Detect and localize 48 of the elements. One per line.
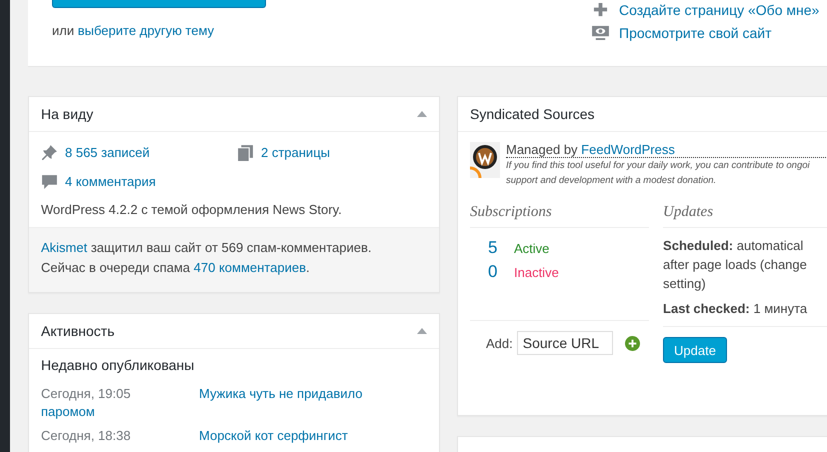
screen-eye-icon bbox=[592, 25, 609, 40]
spam-queue-link[interactable]: 470 комментариев bbox=[194, 260, 306, 275]
customize-button[interactable] bbox=[52, 0, 266, 8]
source-url-field[interactable]: Source URL bbox=[516, 331, 613, 355]
status-link[interactable]: Active bbox=[514, 240, 550, 256]
schedule-text: after page loads (change bbox=[663, 256, 808, 274]
plus-circle-icon[interactable] bbox=[624, 336, 640, 350]
last-checked-text: Last checked: 1 минута bbox=[663, 300, 808, 318]
add-label: Add: bbox=[486, 336, 513, 350]
welcome-action-link[interactable]: Создайте страницу «Обо мне» bbox=[619, 2, 820, 18]
panel-title: Активность bbox=[41, 323, 115, 339]
akismet-link[interactable]: Akismet bbox=[41, 240, 88, 255]
speech-bubble-icon bbox=[41, 173, 58, 190]
post-date: Сегодня, 19:05 bbox=[41, 385, 132, 403]
version-text: WordPress 4.2.2 с темой оформления News Story. bbox=[41, 202, 343, 217]
pages-icon bbox=[237, 144, 254, 161]
managed-by-text: Managed by FeedWordPress bbox=[506, 142, 827, 158]
status-link[interactable]: Inactive bbox=[514, 264, 559, 280]
donation-note: support and development with a modest donation. bbox=[506, 174, 718, 188]
choose-theme-link[interactable]: выберите другую тему bbox=[78, 23, 214, 38]
post-link[interactable]: Мужика чуть не придавило bbox=[199, 386, 363, 401]
panel-title: Syndicated Sources bbox=[470, 106, 595, 122]
count-number: 5 bbox=[488, 238, 498, 258]
panel-title: На виду bbox=[41, 106, 94, 122]
section-heading: Недавно опубликованы bbox=[41, 357, 196, 373]
count-number: 0 bbox=[488, 262, 498, 282]
schedule-text: setting) bbox=[663, 275, 707, 293]
donation-note: If you find this tool useful for your daily work, you can contribute to ongoi bbox=[506, 159, 811, 173]
glance-stat-link[interactable]: 8 565 записей bbox=[65, 145, 150, 160]
post-link[interactable]: паромом bbox=[41, 403, 371, 421]
akismet-text: Akismet защитил ваш сайт от 569 спам-комментариев. bbox=[41, 239, 372, 257]
glance-stat-link[interactable]: 4 комментария bbox=[65, 174, 156, 189]
pushpin-icon bbox=[41, 144, 58, 161]
choose-theme-text: или выберите другую тему bbox=[52, 23, 216, 38]
wordpress-feed-logo-icon bbox=[470, 142, 500, 178]
updates-heading: Updates bbox=[663, 204, 827, 228]
post-link[interactable]: Морской кот серфингист bbox=[199, 428, 348, 443]
subscriptions-heading: Subscriptions bbox=[470, 204, 650, 228]
feedwordpress-link[interactable]: FeedWordPress bbox=[581, 142, 675, 157]
collapse-arrow-icon[interactable] bbox=[417, 328, 427, 334]
collapse-arrow-icon[interactable] bbox=[417, 111, 427, 117]
spam-queue-text: Сейчас в очереди спама 470 комментариев. bbox=[41, 259, 311, 277]
welcome-action-link[interactable]: Просмотрите свой сайт bbox=[619, 24, 772, 40]
plus-icon bbox=[592, 2, 609, 17]
schedule-text: Scheduled: automatical bbox=[663, 237, 804, 255]
post-date: Сегодня, 18:38 bbox=[41, 427, 132, 445]
glance-stat-link[interactable]: 2 страницы bbox=[261, 145, 330, 160]
update-button[interactable]: Update bbox=[663, 337, 727, 363]
